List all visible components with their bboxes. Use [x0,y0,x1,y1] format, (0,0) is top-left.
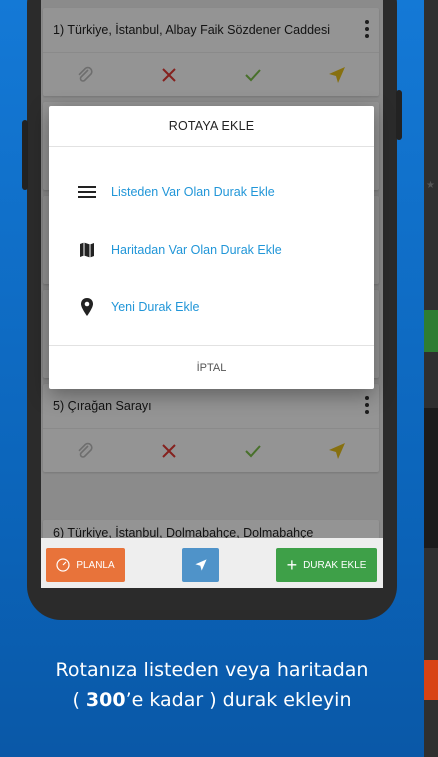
option-label: Listeden Var Olan Durak Ekle [111,185,275,199]
planla-label: PLANLA [76,559,115,571]
cancel-button[interactable]: İPTAL [49,345,374,390]
caption-line-2: ( 300’e kadar ) durak ekleyin [72,689,352,711]
navigate-icon [194,559,207,571]
add-stop-label: DURAK EKLE [303,559,367,571]
location-pin-icon [81,298,93,316]
planla-button[interactable]: PLANLA [46,548,125,582]
map-icon [80,242,94,258]
plus-icon: + [286,555,298,575]
option-add-from-map[interactable]: Haritadan Var Olan Durak Ekle [49,230,374,270]
adjacent-screenshot-peek: ★ [424,0,438,757]
bottom-action-bar: PLANLA + DURAK EKLE [41,538,383,588]
promo-caption: Rotanıza listeden veya haritadan ( 300’e… [0,655,424,715]
dialog-title: ROTAYA EKLE [49,106,374,147]
option-label: Haritadan Var Olan Durak Ekle [111,243,282,257]
add-to-route-dialog: ROTAYA EKLE Listeden Var Olan Durak Ekle… [49,106,374,389]
option-label: Yeni Durak Ekle [111,300,200,314]
caption-line-1: Rotanıza listeden veya haritadan [55,659,369,681]
navigate-button[interactable] [182,548,219,582]
option-new-stop[interactable]: Yeni Durak Ekle [49,287,374,327]
gauge-icon [56,558,70,572]
add-stop-button[interactable]: + DURAK EKLE [276,548,377,582]
list-icon [78,186,96,198]
option-add-from-list[interactable]: Listeden Var Olan Durak Ekle [49,172,374,212]
